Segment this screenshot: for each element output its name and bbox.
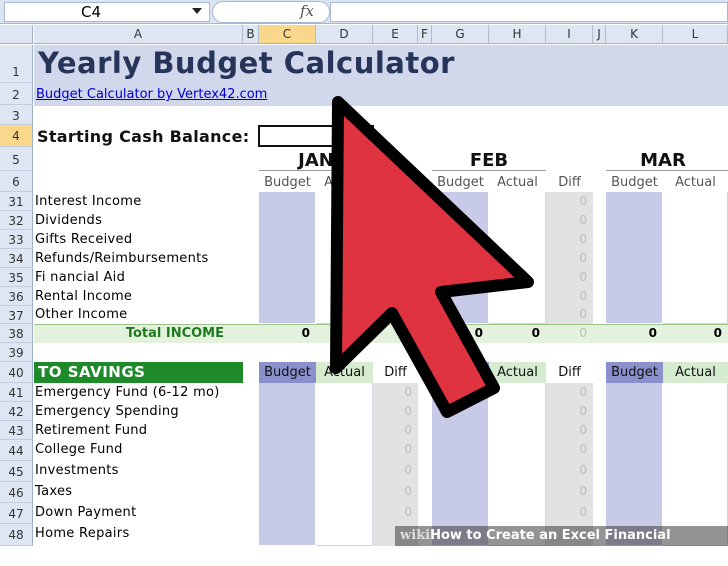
pointer-arrow-icon — [330, 96, 534, 418]
wikihow-logo-wiki: wiki — [400, 528, 431, 543]
wikihow-logo-how: How — [430, 528, 462, 543]
wikihow-caption: wikiHow to Create an Excel Financial Cal… — [400, 526, 728, 566]
